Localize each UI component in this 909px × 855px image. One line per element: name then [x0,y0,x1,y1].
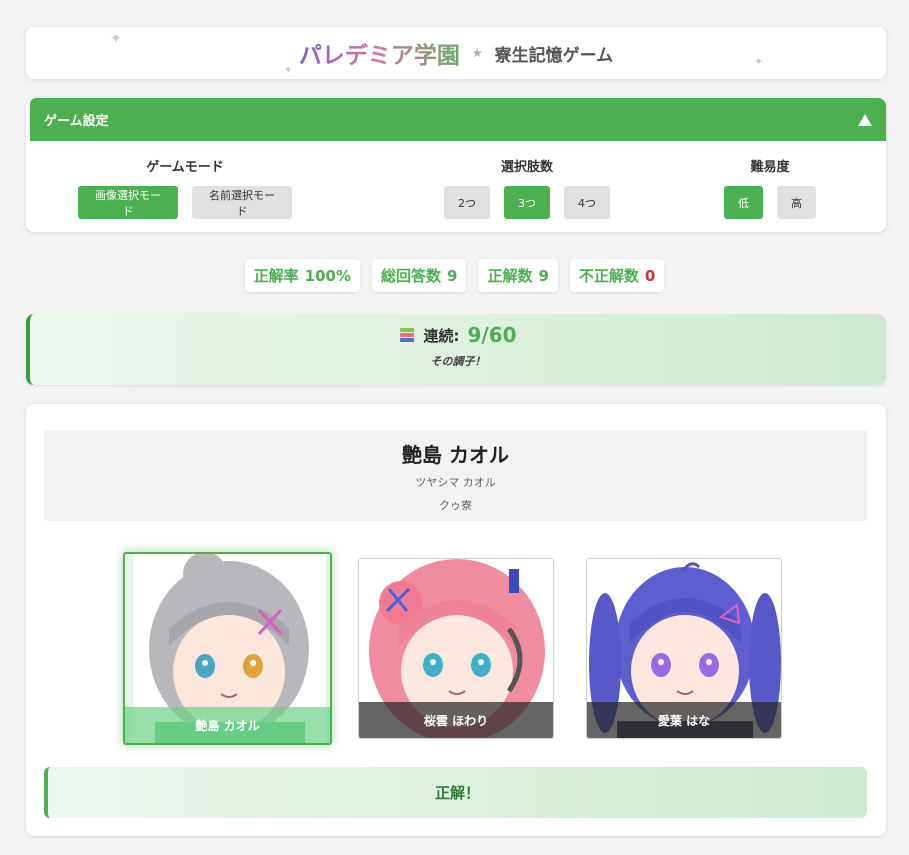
triangle-up-icon[interactable] [858,113,872,126]
question-name: 艶島 カオル [402,443,509,467]
wrong-count-stat: 不正解数 0 [569,259,665,292]
settings-panel: ゲーム設定 ゲームモード 画像選択モード 名前選択モード 選択肢数 2つ 3つ … [26,98,886,232]
question-reading: ツヤシマ カオル [415,476,496,489]
choice-name-label: 艶島 カオル [125,707,330,743]
image-select-mode-button[interactable]: 画像選択モード [78,186,178,219]
settings-toggle-bar[interactable]: ゲーム設定 [30,98,886,141]
accuracy-stat: 正解率 100% [244,259,360,292]
streak-message: その調子！ [430,355,486,368]
app-subtitle: 寮生記憶ゲーム [494,45,614,66]
accuracy-label: 正解率 [253,267,299,285]
game-mode-label: ゲームモード [146,160,224,175]
sparkle-icon: ✦ [110,31,122,47]
total-answers-value: 9 [447,266,458,285]
choice-card-2[interactable]: 桜雲 ほわり [358,558,554,739]
sparkle-icon: ✦ [284,65,293,76]
star-separator: ★ [471,46,483,60]
accuracy-value: 100% [304,266,351,285]
choice-count-4-button[interactable]: 4つ [564,186,610,219]
wrong-count-value: 0 [644,266,656,285]
choice-count-3-button[interactable]: 3つ [504,186,550,219]
question-dorm: クゥ寮 [439,499,472,512]
app-title: パレデミア学園 [299,36,460,70]
settings-title: ゲーム設定 [44,114,109,129]
wrong-count-label: 不正解数 [578,267,639,285]
name-select-mode-button[interactable]: 名前選択モード [192,186,292,219]
choice-count-label: 選択肢数 [500,160,553,175]
correct-count-value: 9 [538,266,549,285]
total-answers-stat: 総回答数 9 [372,259,467,292]
streak-label: 連続: [423,326,460,345]
difficulty-high-button[interactable]: 高 [777,186,816,219]
correct-count-label: 正解数 [487,267,533,285]
choice-card-1[interactable]: 艶島 カオル [123,552,332,745]
difficulty-low-button[interactable]: 低 [724,186,763,219]
choice-name-label: 愛葉 はな [587,702,781,738]
books-icon [399,327,415,343]
streak-value: 9/60 [467,323,517,347]
choice-name-label: 桜雲 ほわり [359,702,553,738]
result-banner: 正解！ [44,767,867,818]
streak-banner: 連続: 9/60 その調子！ [26,314,886,385]
quiz-card: 艶島 カオル ツヤシマ カオル クゥ寮 艶島 カオル 桜雲 ほわり 愛葉 はな … [26,404,886,836]
difficulty-group: 難易度 低 高 [700,156,840,219]
choice-count-2-button[interactable]: 2つ [444,186,490,219]
question-box: 艶島 カオル ツヤシマ カオル クゥ寮 [44,430,867,521]
correct-count-stat: 正解数 9 [478,259,558,292]
game-mode-group: ゲームモード 画像選択モード 名前選択モード [78,156,292,219]
sparkle-icon: ✦ [754,55,764,68]
header-card: ✦ ✦ ✦ パレデミア学園 ★ 寮生記憶ゲーム [26,27,886,79]
choice-card-3[interactable]: 愛葉 はな [586,558,782,739]
choice-count-group: 選択肢数 2つ 3つ 4つ [420,156,634,219]
total-answers-label: 総回答数 [381,267,442,285]
stats-row: 正解率 100% 総回答数 9 正解数 9 不正解数 0 [0,259,909,292]
difficulty-label: 難易度 [750,160,790,175]
